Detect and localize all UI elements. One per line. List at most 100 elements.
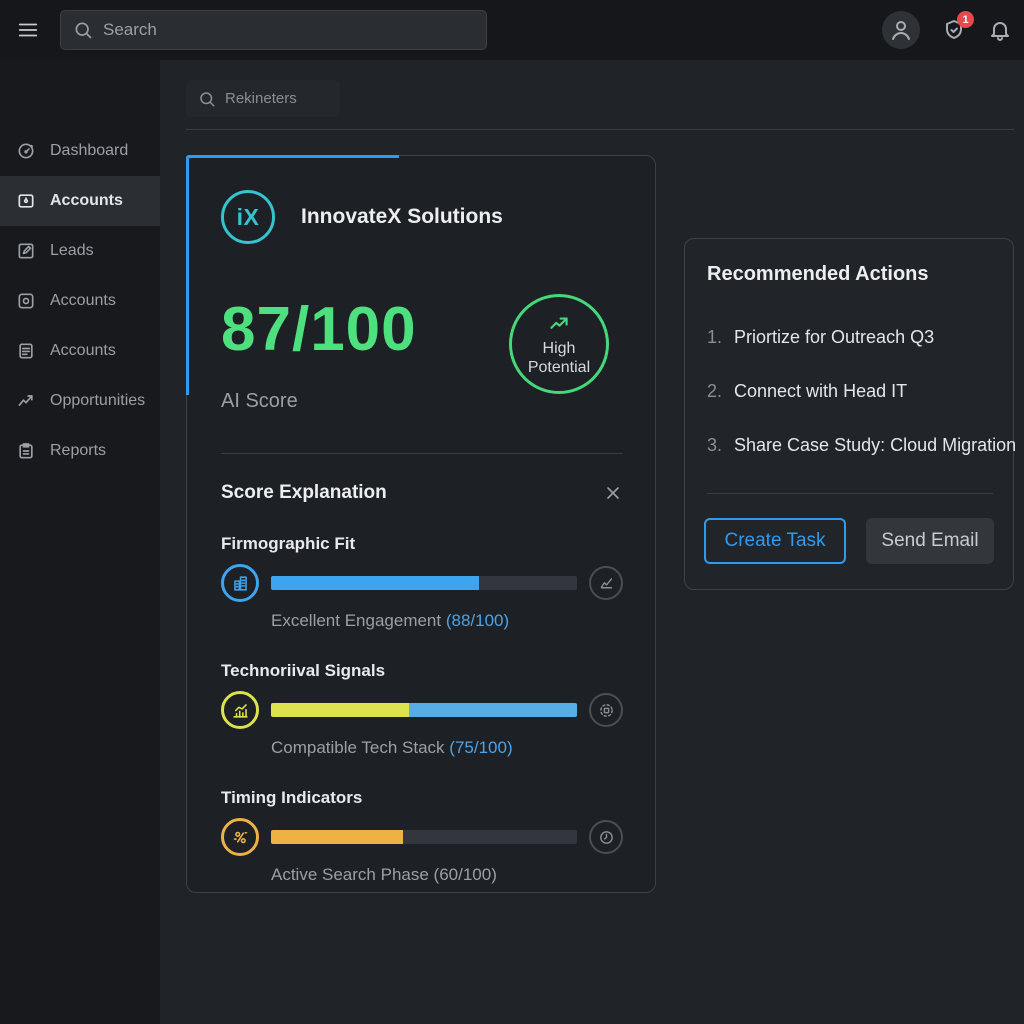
factor-caption: Excellent Engagement (88/100) bbox=[271, 611, 623, 631]
top-bar: 1 bbox=[0, 0, 1024, 60]
recommended-actions-panel: Recommended Actions 1. Priortize for Outr… bbox=[684, 238, 1014, 590]
send-email-button[interactable]: Send Email bbox=[866, 518, 994, 564]
clipboard-icon bbox=[16, 441, 36, 461]
action-item-1[interactable]: 1. Priortize for Outreach Q3 bbox=[707, 327, 993, 348]
sidebar-item-label: Dashboard bbox=[50, 142, 128, 160]
sidebar-item-opportunities-5[interactable]: Opportunities bbox=[0, 376, 160, 426]
factor-caption: Compatible Tech Stack (75/100) bbox=[271, 738, 623, 758]
progress-bar bbox=[271, 830, 577, 844]
hamburger-menu-icon[interactable] bbox=[13, 19, 43, 41]
card-divider bbox=[221, 453, 623, 454]
sidebar-item-accounts-1[interactable]: Accounts bbox=[0, 176, 160, 226]
factor-score: (75/100) bbox=[449, 738, 512, 757]
edit-icon bbox=[16, 241, 36, 261]
action-item-3[interactable]: 3.Share Case Study: Cloud Migration bbox=[707, 435, 993, 456]
sidebar-item-leads-2[interactable]: Leads bbox=[0, 226, 160, 276]
sidebar-item-label: Reports bbox=[50, 442, 106, 460]
high-potential-badge: High Potential bbox=[509, 294, 609, 394]
sidebar-item-accounts-3[interactable]: Accounts bbox=[0, 276, 160, 326]
progress-bar bbox=[271, 703, 577, 717]
factor-score: (60/100) bbox=[434, 865, 497, 884]
sidebar-item-label: Opportunities bbox=[50, 392, 145, 410]
company-name: InnovateX Solutions bbox=[301, 205, 503, 229]
main-content: Rekineters iX InnovateX Solutions 87/100… bbox=[160, 60, 1024, 1024]
progress-segment bbox=[271, 576, 479, 590]
score-explanation-title: Score Explanation bbox=[221, 482, 387, 504]
factor-title: Timing Indicators bbox=[221, 788, 623, 808]
panel-divider bbox=[707, 493, 993, 494]
panel-buttons: Create Task Send Email bbox=[704, 518, 994, 564]
filter-placeholder: Rekineters bbox=[225, 90, 297, 107]
global-search[interactable] bbox=[60, 10, 487, 50]
notifications-button[interactable] bbox=[988, 18, 1012, 42]
sidebar-item-label: Accounts bbox=[50, 342, 116, 360]
chart-line-icon[interactable] bbox=[589, 566, 623, 600]
sidebar-item-label: Accounts bbox=[50, 192, 123, 210]
app-window: 1 Dashboard Accounts Leads Accounts Accounts… bbox=[0, 0, 1024, 1024]
filter-search[interactable]: Rekineters bbox=[186, 80, 340, 117]
action-text: Connect with Head IT bbox=[734, 381, 907, 402]
factor-0: Firmographic Fit Excellent Engagement (88… bbox=[221, 534, 623, 631]
topbar-actions: 1 bbox=[882, 0, 1012, 60]
score-explanation-header: Score Explanation bbox=[221, 482, 623, 504]
progress-segment bbox=[409, 703, 577, 717]
trending-up-icon bbox=[546, 311, 572, 337]
user-avatar[interactable] bbox=[882, 11, 920, 49]
sidebar-item-label: Leads bbox=[50, 242, 94, 260]
factor-list: Firmographic Fit Excellent Engagement (88… bbox=[221, 534, 623, 915]
gauge-icon bbox=[16, 141, 36, 161]
action-text: Priortize for Outreach Q3 bbox=[734, 327, 934, 348]
factor-caption: Active Search Phase (60/100) bbox=[271, 865, 623, 885]
sidebar-item-label: Accounts bbox=[50, 292, 116, 310]
progress-bar bbox=[271, 576, 577, 590]
progress-segment bbox=[271, 703, 409, 717]
card-header: iX InnovateX Solutions bbox=[221, 190, 503, 244]
doc-lines-icon bbox=[16, 341, 36, 361]
badge-line2: Potential bbox=[528, 358, 590, 377]
close-icon[interactable] bbox=[603, 483, 623, 503]
factor-score: (88/100) bbox=[446, 611, 509, 630]
card-accent-top bbox=[186, 155, 399, 158]
progress-segment bbox=[271, 830, 403, 844]
action-number: 2. bbox=[707, 381, 722, 402]
user-icon bbox=[889, 18, 913, 42]
factor-2: Timing Indicators Active Search Phase (60… bbox=[221, 788, 623, 885]
action-number: 1. bbox=[707, 327, 722, 348]
factor-1: Technoriival Signals Compatible Tech Stac… bbox=[221, 661, 623, 758]
trend-icon bbox=[16, 391, 36, 411]
timing-icon bbox=[221, 818, 259, 856]
clock-icon[interactable] bbox=[589, 820, 623, 854]
factor-row bbox=[221, 564, 623, 602]
bell-icon bbox=[988, 18, 1012, 42]
sidebar-item-dashboard-0[interactable]: Dashboard bbox=[0, 126, 160, 176]
action-item-2[interactable]: 2. Connect with Head IT bbox=[707, 381, 993, 402]
action-text: Share Case Study: Cloud Migration bbox=[734, 435, 1016, 456]
scan-icon[interactable] bbox=[589, 693, 623, 727]
target-icon bbox=[16, 291, 36, 311]
building-icon bbox=[221, 564, 259, 602]
bar-chart-icon bbox=[221, 691, 259, 729]
recommended-actions-title: Recommended Actions bbox=[707, 263, 929, 286]
action-number: 3. bbox=[707, 435, 722, 456]
factor-row bbox=[221, 691, 623, 729]
card-dot-icon bbox=[16, 191, 36, 211]
header-divider bbox=[186, 129, 1014, 130]
sidebar-item-reports-6[interactable]: Reports bbox=[0, 426, 160, 476]
search-input[interactable] bbox=[103, 20, 474, 40]
factor-title: Firmographic Fit bbox=[221, 534, 623, 554]
ai-score-label: AI Score bbox=[221, 390, 298, 413]
verification-button[interactable]: 1 bbox=[942, 18, 966, 42]
factor-row bbox=[221, 818, 623, 856]
search-icon bbox=[73, 20, 93, 40]
action-list: 1. Priortize for Outreach Q3 2. Connect wit… bbox=[707, 327, 993, 489]
company-logo: iX bbox=[221, 190, 275, 244]
factor-title: Technoriival Signals bbox=[221, 661, 623, 681]
create-task-button[interactable]: Create Task bbox=[704, 518, 846, 564]
account-score-card: iX InnovateX Solutions 87/100 AI Score H… bbox=[186, 155, 656, 893]
badge-line1: High bbox=[543, 339, 576, 358]
search-icon bbox=[198, 90, 216, 108]
sidebar-item-accounts-4[interactable]: Accounts bbox=[0, 326, 160, 376]
ai-score-value: 87/100 bbox=[221, 294, 417, 365]
card-accent-left bbox=[186, 155, 189, 395]
notification-badge: 1 bbox=[957, 11, 974, 28]
